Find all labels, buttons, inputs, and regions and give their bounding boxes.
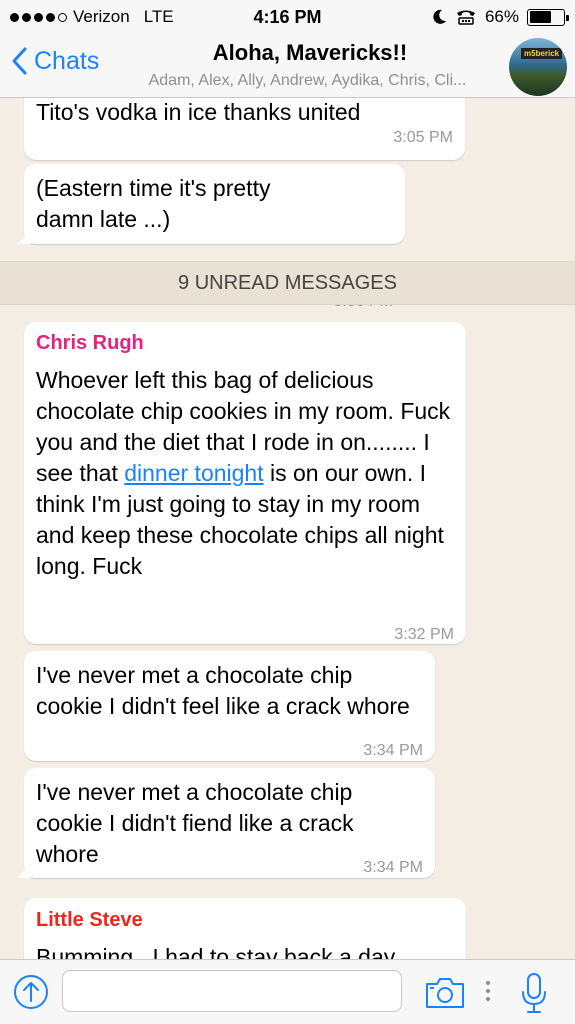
carrier-name: Verizon [73,7,130,26]
chat-participants[interactable]: Adam, Alex, Ally, Andrew, Aydika, Chris,… [115,72,500,90]
message-time: 3:32 PM [394,626,454,643]
battery-percent: 66% [484,7,519,26]
back-label: Chats [34,46,100,75]
dinner-tonight-link[interactable]: dinner tonight [124,460,263,486]
tty-icon [456,10,475,25]
message-bubble[interactable]: I've never met a chocolate chip cookie I… [17,768,435,878]
status-left: Verizon LTE [10,7,174,27]
message-time: 3:05 PM [393,129,453,146]
bubble-tail [17,230,31,244]
battery-icon [527,8,569,26]
message-input-bar [0,959,575,1024]
bubble-tail [17,864,31,878]
chat-area[interactable]: Tito's vodka in ice thanks united 3:05 P… [0,98,575,959]
back-chevron-icon [12,47,27,75]
more-dots-icon [486,981,490,1001]
message-sender: Little Steve [36,909,143,931]
message-bubble[interactable]: Little Steve Bumming...I had to stay bac… [24,898,466,959]
message-text: I've never met a chocolate chip cookie I… [36,779,354,867]
network-type: LTE [143,7,174,26]
chat-title[interactable]: Aloha, Mavericks!! [120,40,500,66]
chat-header: Chats Aloha, Mavericks!! Adam, Alex, All… [0,34,575,98]
share-up-icon[interactable] [13,974,49,1010]
message-bubble[interactable]: Tito's vodka in ice thanks united 3:05 P… [24,98,465,160]
message-text: Tito's vodka in ice thanks united [36,99,361,125]
message-time: 3:34 PM [363,859,423,876]
status-right: 66% [433,7,569,27]
message-bubble[interactable]: I've never met a chocolate chip cookie I… [24,651,435,761]
message-text: Whoever left this bag of delicious choco… [36,365,454,582]
unread-messages-banner: 9 UNREAD MESSAGES [0,261,575,305]
battery-level [529,11,552,23]
message-text: (Eastern time it's pretty damn late ...) [36,175,271,232]
message-bubble[interactable]: Chris Rugh Whoever left this bag of deli… [24,322,466,644]
message-sender: Chris Rugh [36,332,144,354]
moon-icon [433,9,446,24]
microphone-icon[interactable] [519,972,549,1014]
message-bubble[interactable]: (Eastern time it's pretty damn late ...)… [17,164,405,310]
status-bar: Verizon LTE 4:16 PM 66% [0,0,575,34]
signal-strength-icon [10,12,67,22]
message-text: Bumming...I had to stay back a day [36,944,396,959]
message-text: I've never met a chocolate chip cookie I… [36,662,410,719]
back-button[interactable]: Chats [10,46,99,76]
avatar-logo-text: m5berick [521,48,563,59]
camera-icon[interactable] [424,976,466,1010]
message-input[interactable] [62,970,402,1012]
message-time: 3:34 PM [363,742,423,759]
group-avatar[interactable]: m5berick [509,38,567,96]
